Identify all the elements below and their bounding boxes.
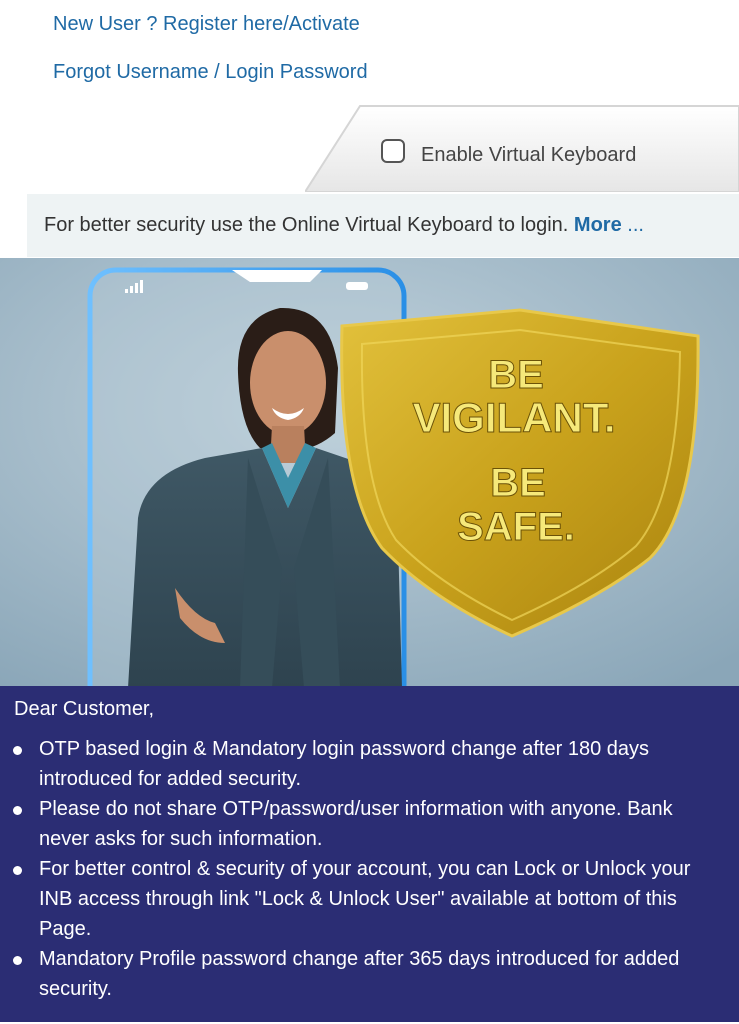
virtual-keyboard-checkbox[interactable] bbox=[381, 139, 405, 163]
be-vigilant-banner: BE VIGILANT. BE SAFE. bbox=[0, 258, 739, 686]
notice-greeting: Dear Customer, bbox=[14, 698, 155, 720]
banner-image: BE VIGILANT. BE SAFE. bbox=[0, 258, 739, 686]
notice-item: OTP based login & Mandatory login passwo… bbox=[0, 734, 719, 794]
notice-list: OTP based login & Mandatory login passwo… bbox=[0, 734, 719, 1004]
battery-icon bbox=[346, 282, 368, 290]
more-ellipsis: ... bbox=[621, 214, 644, 236]
bullet-icon bbox=[13, 956, 22, 965]
notice-item: For better control & security of your ac… bbox=[0, 854, 719, 944]
banner-line-4: SAFE. bbox=[457, 505, 575, 549]
more-link[interactable]: More bbox=[574, 214, 622, 236]
notice-item: Mandatory Profile password change after … bbox=[0, 944, 719, 1004]
forgot-password-link[interactable]: Forgot Username / Login Password bbox=[53, 61, 368, 84]
banner-line-2: VIGILANT. bbox=[412, 394, 615, 441]
virtual-keyboard-label[interactable]: Enable Virtual Keyboard bbox=[421, 144, 636, 167]
security-info-text: For better security use the Online Virtu… bbox=[44, 214, 644, 237]
bullet-icon bbox=[13, 806, 22, 815]
register-link[interactable]: New User ? Register here/Activate bbox=[53, 13, 360, 36]
banner-line-3: BE bbox=[490, 461, 546, 505]
notice-item-text: OTP based login & Mandatory login passwo… bbox=[39, 738, 649, 790]
security-info-bar: For better security use the Online Virtu… bbox=[27, 194, 739, 257]
notice-item-text: Please do not share OTP/password/user in… bbox=[39, 798, 673, 850]
bullet-icon bbox=[13, 746, 22, 755]
bullet-icon bbox=[13, 866, 22, 875]
banner-line-1: BE bbox=[488, 353, 544, 397]
security-message: For better security use the Online Virtu… bbox=[44, 214, 569, 236]
notice-item: Please do not share OTP/password/user in… bbox=[0, 794, 719, 854]
notice-item-text: Mandatory Profile password change after … bbox=[39, 948, 680, 1000]
customer-notice: Dear Customer, OTP based login & Mandato… bbox=[0, 686, 739, 1022]
notice-item-text: For better control & security of your ac… bbox=[39, 858, 691, 940]
